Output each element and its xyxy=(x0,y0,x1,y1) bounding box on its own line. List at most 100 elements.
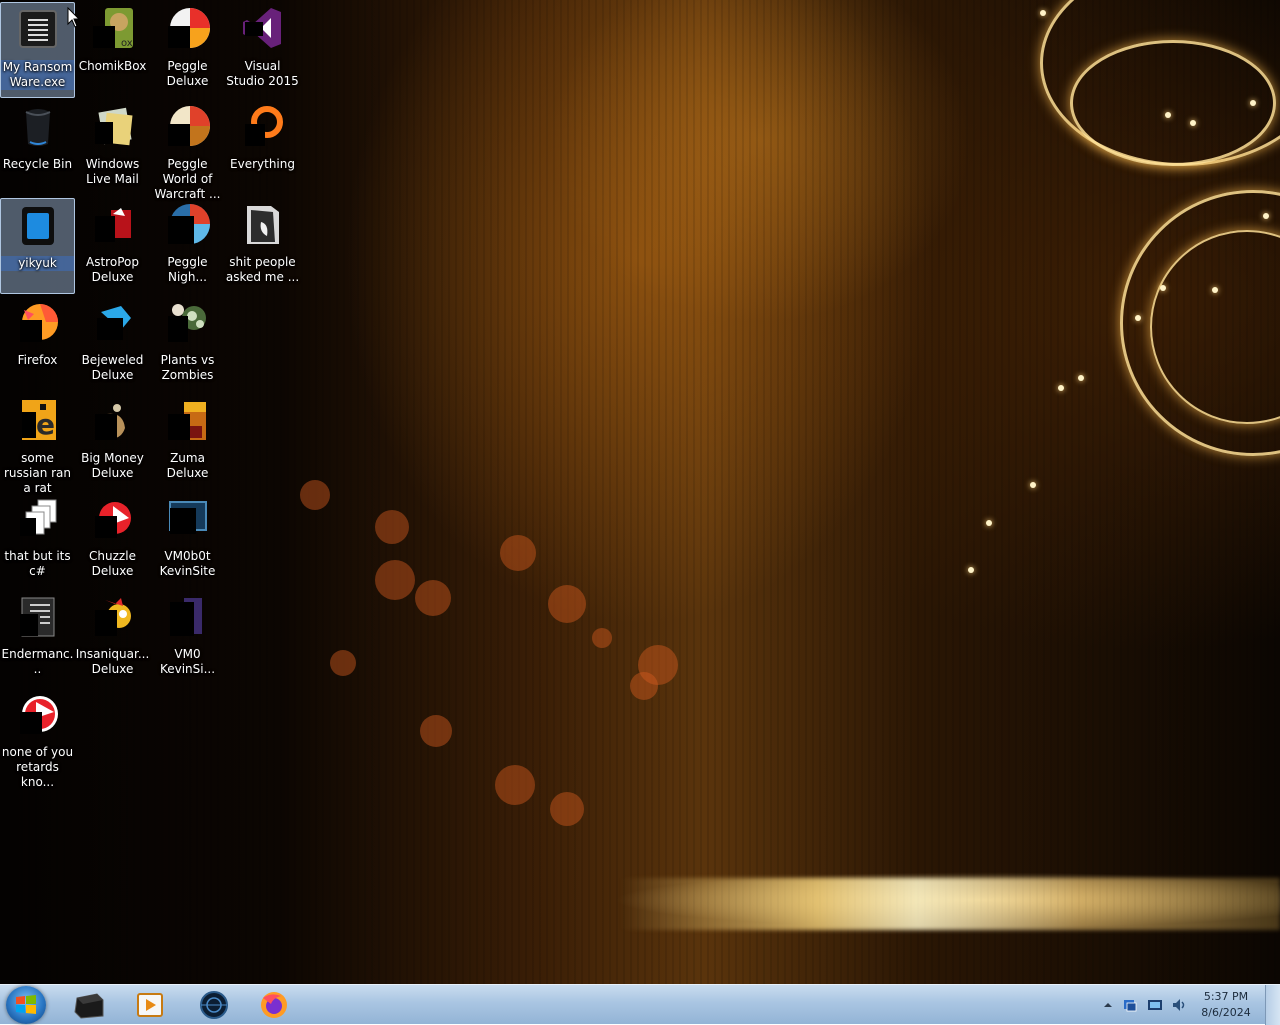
windows-start-icon xyxy=(16,995,36,1014)
recycle-bin-icon xyxy=(16,104,60,148)
wallpaper-bokeh xyxy=(550,792,584,826)
desktop-icon-label: Peggle World of Warcraft ... xyxy=(154,157,221,201)
mail-icon xyxy=(91,104,135,148)
desktop-icon-label: Firefox xyxy=(17,353,58,367)
desktop-icon[interactable]: that but its c# xyxy=(0,492,75,588)
desktop-icon-label: AstroPop Deluxe xyxy=(86,255,139,284)
wallpaper-swirl xyxy=(1070,40,1276,166)
wallpaper-sparkle xyxy=(1160,285,1166,291)
taskbar-globe-app-button[interactable] xyxy=(186,987,242,1023)
chuzzle-icon xyxy=(91,496,135,540)
search-everything-icon xyxy=(241,104,285,148)
desktop-icon[interactable]: AstroPop Deluxe xyxy=(75,198,150,294)
visual-studio-icon xyxy=(241,6,285,50)
desktop-icon[interactable]: e some russian ran a rat xyxy=(0,394,75,495)
desktop-icon-label: My Ransom Ware.exe xyxy=(1,60,74,90)
desktop-icon-label: Windows Live Mail xyxy=(85,157,140,186)
bejeweled-icon xyxy=(91,300,135,344)
wallpaper-sparkle xyxy=(1030,482,1036,488)
wallpaper-bokeh xyxy=(330,650,356,676)
desktop-icon-label: Plants vs Zombies xyxy=(160,353,215,382)
astropop-icon xyxy=(91,202,135,246)
desktop-icon[interactable]: Visual Studio 2015 xyxy=(225,2,300,98)
desktop-icon[interactable]: Firefox xyxy=(0,296,75,392)
taskbar-media-player-button[interactable] xyxy=(122,987,178,1023)
wallpaper-sparkle xyxy=(1165,112,1171,118)
desktop-icon[interactable]: Endermanc... xyxy=(0,590,75,686)
wallpaper-bokeh xyxy=(630,672,658,700)
desktop-icon[interactable]: yikyuk xyxy=(0,198,75,294)
wallpaper-sparkle xyxy=(1263,213,1269,219)
desktop-icon[interactable]: VM0 KevinSi... xyxy=(150,590,225,686)
show-desktop-button[interactable] xyxy=(1265,985,1280,1025)
document-icon: e xyxy=(16,398,60,442)
desktop-icon-label: Endermanc... xyxy=(1,647,74,676)
display-icon[interactable] xyxy=(1147,997,1163,1013)
big-money-icon xyxy=(91,398,135,442)
folder-icon xyxy=(241,202,285,246)
firefox-icon xyxy=(16,300,60,344)
wallpaper-sparkle xyxy=(968,567,974,573)
wallpaper-sparkle xyxy=(986,520,992,526)
desktop-icon-label: none of you retards kno... xyxy=(1,745,74,789)
desktop-icon-label: Peggle Deluxe xyxy=(166,59,209,88)
desktop-icon[interactable]: Insaniquar... Deluxe xyxy=(75,590,150,686)
plants-vs-zombies-icon xyxy=(166,300,210,344)
desktop-icon-label: VM0b0t KevinSite xyxy=(159,549,216,578)
desktop-icon[interactable]: Big Money Deluxe xyxy=(75,394,150,490)
desktop-icon-label: Peggle Nigh... xyxy=(167,255,208,284)
system-tray: 5:37 PM 8/6/2024 xyxy=(1080,985,1280,1025)
wallpaper-sparkle xyxy=(1058,385,1064,391)
wallpaper-bokeh xyxy=(300,480,330,510)
wallpaper-bokeh xyxy=(415,580,451,616)
taskbar-vm-window-button[interactable] xyxy=(60,987,116,1023)
desktop-icon[interactable]: Everything xyxy=(225,100,300,196)
desktop-icon[interactable]: Windows Live Mail xyxy=(75,100,150,196)
wallpaper-bokeh xyxy=(375,560,415,600)
wallpaper-bokeh xyxy=(548,585,586,623)
desktop-icon[interactable]: Peggle Nigh... xyxy=(150,198,225,294)
desktop-icon-label: Bejeweled Deluxe xyxy=(81,353,144,382)
terminal-icon xyxy=(16,7,60,51)
chuzzle-icon xyxy=(16,692,60,736)
wallpaper-bokeh xyxy=(500,535,536,571)
desktop-icon[interactable]: Zuma Deluxe xyxy=(150,394,225,490)
desktop-icon[interactable]: Chuzzle Deluxe xyxy=(75,492,150,588)
vm-window-icon xyxy=(74,993,104,1019)
desktop-icon[interactable]: ox ChomikBox xyxy=(75,2,150,98)
clock-date: 8/6/2024 xyxy=(1201,1006,1251,1019)
firefox-icon xyxy=(261,992,287,1018)
globe-app-icon xyxy=(200,991,228,1019)
desktop-icon[interactable]: VM0b0t KevinSite xyxy=(150,492,225,588)
start-button[interactable] xyxy=(6,986,46,1024)
desktop-icon[interactable]: Bejeweled Deluxe xyxy=(75,296,150,392)
desktop-icon-label: Visual Studio 2015 xyxy=(226,59,299,88)
desktop-icon[interactable]: Recycle Bin xyxy=(0,100,75,196)
chevron-up-icon[interactable] xyxy=(1100,997,1116,1013)
taskbar-clock[interactable]: 5:37 PM 8/6/2024 xyxy=(1194,989,1258,1021)
desktop-icon[interactable]: shit people asked me ... xyxy=(225,198,300,294)
network-icon[interactable] xyxy=(1122,997,1138,1013)
desktop-wallpaper: My Ransom Ware.exe ox ChomikBox Peggle D… xyxy=(0,0,1280,984)
wallpaper-bokeh xyxy=(495,765,535,805)
wallpaper-bokeh xyxy=(592,628,612,648)
desktop-icon-label: VM0 KevinSi... xyxy=(159,647,216,676)
vm-icon xyxy=(166,496,210,540)
taskbar-firefox-button[interactable] xyxy=(246,987,302,1023)
wallpaper-bokeh xyxy=(420,715,452,747)
desktop-icon-label: some russian ran a rat xyxy=(3,451,72,495)
wallpaper-sparkle xyxy=(1135,315,1141,321)
blue-app-icon xyxy=(16,203,60,247)
desktop-icon[interactable]: none of you retards kno... xyxy=(0,688,75,789)
peggle-icon xyxy=(166,104,210,148)
desktop-icon[interactable]: Peggle Deluxe xyxy=(150,2,225,98)
desktop-icon-label: Zuma Deluxe xyxy=(166,451,209,480)
desktop-icon[interactable]: My Ransom Ware.exe xyxy=(0,2,75,98)
desktop-icon-label: that but its c# xyxy=(4,549,71,578)
text-file-icon xyxy=(16,594,60,638)
volume-icon[interactable] xyxy=(1171,997,1187,1013)
wallpaper-sparkle xyxy=(1250,100,1256,106)
desktop-icon[interactable]: Peggle World of Warcraft ... xyxy=(150,100,225,201)
desktop-icon[interactable]: Plants vs Zombies xyxy=(150,296,225,392)
desktop-icon-label: Recycle Bin xyxy=(2,157,73,171)
